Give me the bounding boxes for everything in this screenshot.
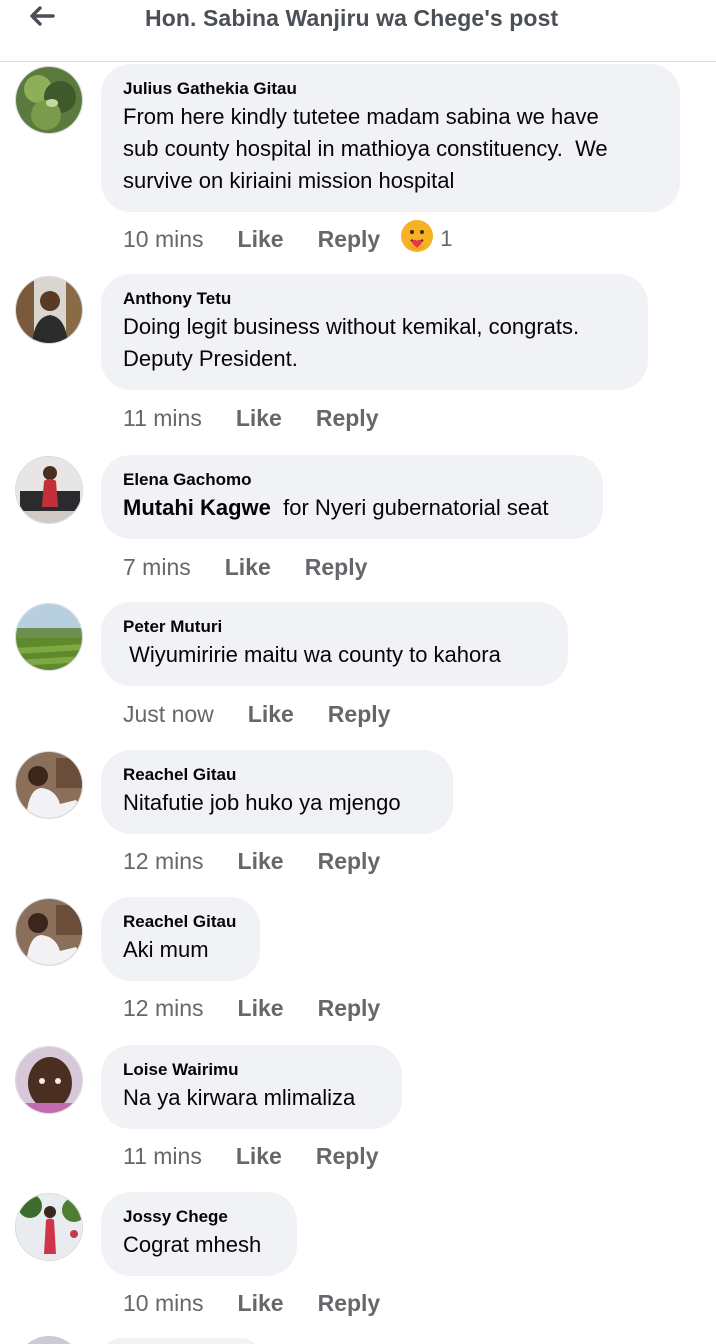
comment-actions: 11 mins Like Reply <box>123 403 413 433</box>
comment-author[interactable]: Loise Wairimu <box>123 1058 380 1082</box>
comment-bubble: Elena Gachomo Mutahi Kagwe for Nyeri gub… <box>101 455 603 539</box>
page-title: Hon. Sabina Wanjiru wa Chege's post <box>145 5 559 31</box>
comment-author[interactable]: Elena Gachomo <box>123 468 581 492</box>
reply-button[interactable]: Reply <box>318 226 381 253</box>
comment-text: From here kindly tutetee madam sabina we… <box>123 104 608 193</box>
like-button[interactable]: Like <box>248 701 294 728</box>
reply-button[interactable]: Reply <box>318 1290 381 1317</box>
comment-text: Cograt mhesh <box>123 1232 262 1257</box>
comment-bubble: Reachel Gitau Aki mum <box>101 897 260 981</box>
app-header: Hon. Sabina Wanjiru wa Chege's post <box>0 0 716 62</box>
comment-actions: 11 mins Like Reply <box>123 1141 413 1171</box>
avatar[interactable] <box>15 751 83 819</box>
comment-author[interactable]: Reachel Gitau <box>123 910 238 934</box>
reaction-count: 1 <box>440 226 453 251</box>
reply-button[interactable]: Reply <box>316 405 379 432</box>
avatar[interactable] <box>15 1193 83 1261</box>
comment-author[interactable]: Jossy Chege <box>123 1205 275 1229</box>
comment-author[interactable]: Anthony Tetu <box>123 287 626 311</box>
comment-author[interactable]: Peter Muturi <box>123 615 546 639</box>
avatar[interactable] <box>15 898 83 966</box>
like-button[interactable]: Like <box>238 848 284 875</box>
comment-timestamp[interactable]: 12 mins <box>123 995 204 1022</box>
comment-timestamp[interactable]: 10 mins <box>123 1290 204 1317</box>
like-button[interactable]: Like <box>238 1290 284 1317</box>
comment-bubble: Anthony Tetu Doing legit business withou… <box>101 274 648 390</box>
reaction-summary[interactable]: 1 <box>400 219 452 259</box>
comment-bubble: Peter Muturi Wiyumiririe maitu wa county… <box>101 602 568 686</box>
comment-actions: Just now Like Reply <box>123 699 424 729</box>
back-arrow-icon[interactable] <box>26 4 58 28</box>
comment-timestamp[interactable]: Just now <box>123 701 214 728</box>
comment-timestamp[interactable]: 12 mins <box>123 848 204 875</box>
reply-button[interactable]: Reply <box>318 995 381 1022</box>
comment-timestamp[interactable]: 11 mins <box>123 1143 202 1170</box>
comment-text: Mutahi Kagwe for Nyeri gubernatorial sea… <box>123 492 581 524</box>
avatar[interactable] <box>15 1336 83 1344</box>
avatar[interactable] <box>15 456 83 524</box>
comment-text: Aki mum <box>123 937 209 962</box>
mention-link[interactable]: Mutahi Kagwe <box>123 495 271 520</box>
care-emoji-icon <box>400 219 434 259</box>
like-button[interactable]: Like <box>225 554 271 581</box>
reply-button[interactable]: Reply <box>316 1143 379 1170</box>
comment-timestamp[interactable]: 7 mins <box>123 554 191 581</box>
avatar[interactable] <box>15 1046 83 1114</box>
comment-actions: 12 mins Like Reply <box>123 993 414 1023</box>
comment-timestamp[interactable]: 11 mins <box>123 405 202 432</box>
reply-button[interactable]: Reply <box>305 554 368 581</box>
comment-actions: 10 mins Like Reply 1 <box>123 220 452 254</box>
reply-button[interactable]: Reply <box>318 848 381 875</box>
comment-bubble: Loise Wairimu Na ya kirwara mlimaliza <box>101 1045 402 1129</box>
like-button[interactable]: Like <box>236 1143 282 1170</box>
comment-actions: 7 mins Like Reply <box>123 552 401 582</box>
comment-bubble <box>101 1338 261 1344</box>
comment-text: Na ya kirwara mlimaliza <box>123 1085 356 1110</box>
comment-bubble: Julius Gathekia Gitau From here kindly t… <box>101 64 680 212</box>
like-button[interactable]: Like <box>238 226 284 253</box>
like-button[interactable]: Like <box>238 995 284 1022</box>
comment-actions: 12 mins Like Reply <box>123 846 414 876</box>
comment-text: Nitafutie job huko ya mjengo <box>123 790 401 815</box>
comment-text-rest: for Nyeri gubernatorial seat <box>270 495 549 520</box>
avatar[interactable] <box>15 66 83 134</box>
comment-author[interactable]: Julius Gathekia Gitau <box>123 77 658 101</box>
like-button[interactable]: Like <box>236 405 282 432</box>
comment-bubble: Jossy Chege Cograt mhesh <box>101 1192 297 1276</box>
comment-timestamp[interactable]: 10 mins <box>123 226 204 253</box>
comment-text: Wiyumiririe maitu wa county to kahora <box>123 642 501 667</box>
avatar[interactable] <box>15 276 83 344</box>
comment-bubble: Reachel Gitau Nitafutie job huko ya mjen… <box>101 750 453 834</box>
comment-author[interactable]: Reachel Gitau <box>123 763 431 787</box>
comment-text: Doing legit business without kemikal, co… <box>123 314 580 371</box>
reply-button[interactable]: Reply <box>328 701 391 728</box>
avatar[interactable] <box>15 603 83 671</box>
comment-actions: 10 mins Like Reply <box>123 1288 414 1318</box>
